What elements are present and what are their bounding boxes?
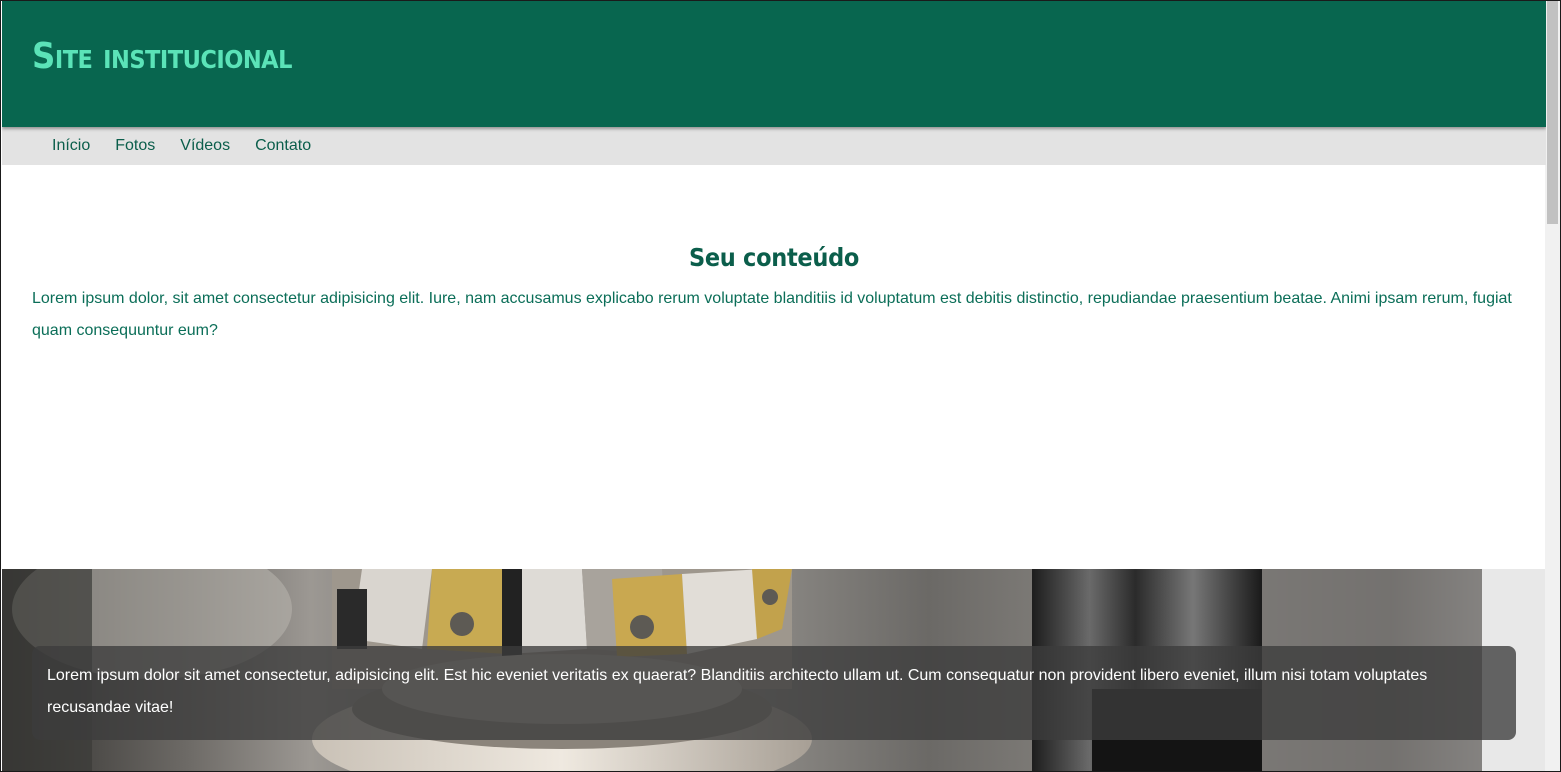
nav-link-videos[interactable]: Vídeos — [180, 137, 230, 154]
nav-link-fotos[interactable]: Fotos — [115, 137, 155, 154]
nav-item-inicio: Início — [52, 127, 90, 165]
scrollbar-thumb[interactable] — [1547, 1, 1558, 224]
content-paragraph: Lorem ipsum dolor, sit amet consectetur … — [32, 290, 1512, 339]
browser-viewport: Site institucional Início Fotos Vídeos C… — [0, 0, 1561, 772]
site-header: Site institucional — [2, 1, 1546, 127]
nav-item-contato: Contato — [255, 127, 311, 165]
site-title: Site institucional — [32, 36, 292, 77]
banner-caption: Lorem ipsum dolor sit amet consectetur, … — [32, 646, 1516, 740]
vertical-scrollbar[interactable] — [1545, 1, 1560, 771]
content-title: Seu conteúdo — [688, 243, 860, 272]
main-nav: Início Fotos Vídeos Contato — [2, 127, 1546, 165]
image-banner: Lorem ipsum dolor sit amet consectetur, … — [2, 569, 1546, 771]
nav-list: Início Fotos Vídeos Contato — [2, 127, 1546, 165]
nav-item-videos: Vídeos — [180, 127, 230, 165]
nav-item-fotos: Fotos — [115, 127, 155, 165]
main-content: Seu conteúdo Lorem ipsum dolor, sit amet… — [2, 165, 1546, 569]
nav-link-contato[interactable]: Contato — [255, 137, 311, 154]
page: Site institucional Início Fotos Vídeos C… — [2, 1, 1546, 771]
nav-link-inicio[interactable]: Início — [52, 137, 90, 154]
